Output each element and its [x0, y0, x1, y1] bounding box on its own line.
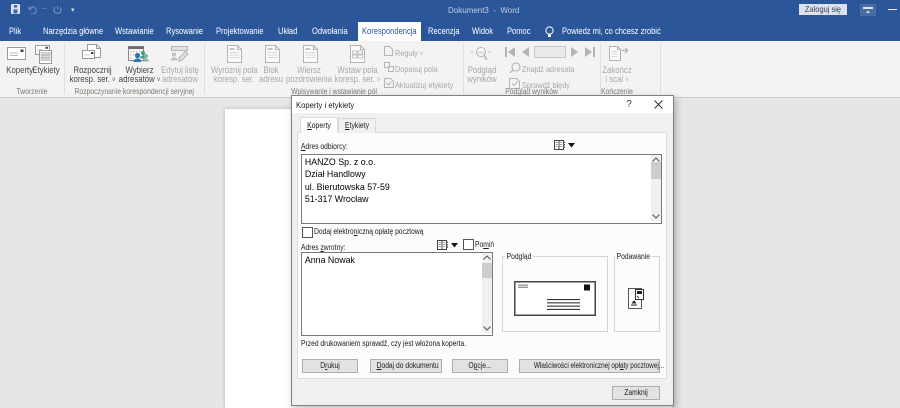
svg-text:»: » [488, 50, 492, 56]
svg-text:ABC: ABC [477, 50, 486, 55]
svg-text:«: « [470, 50, 474, 56]
